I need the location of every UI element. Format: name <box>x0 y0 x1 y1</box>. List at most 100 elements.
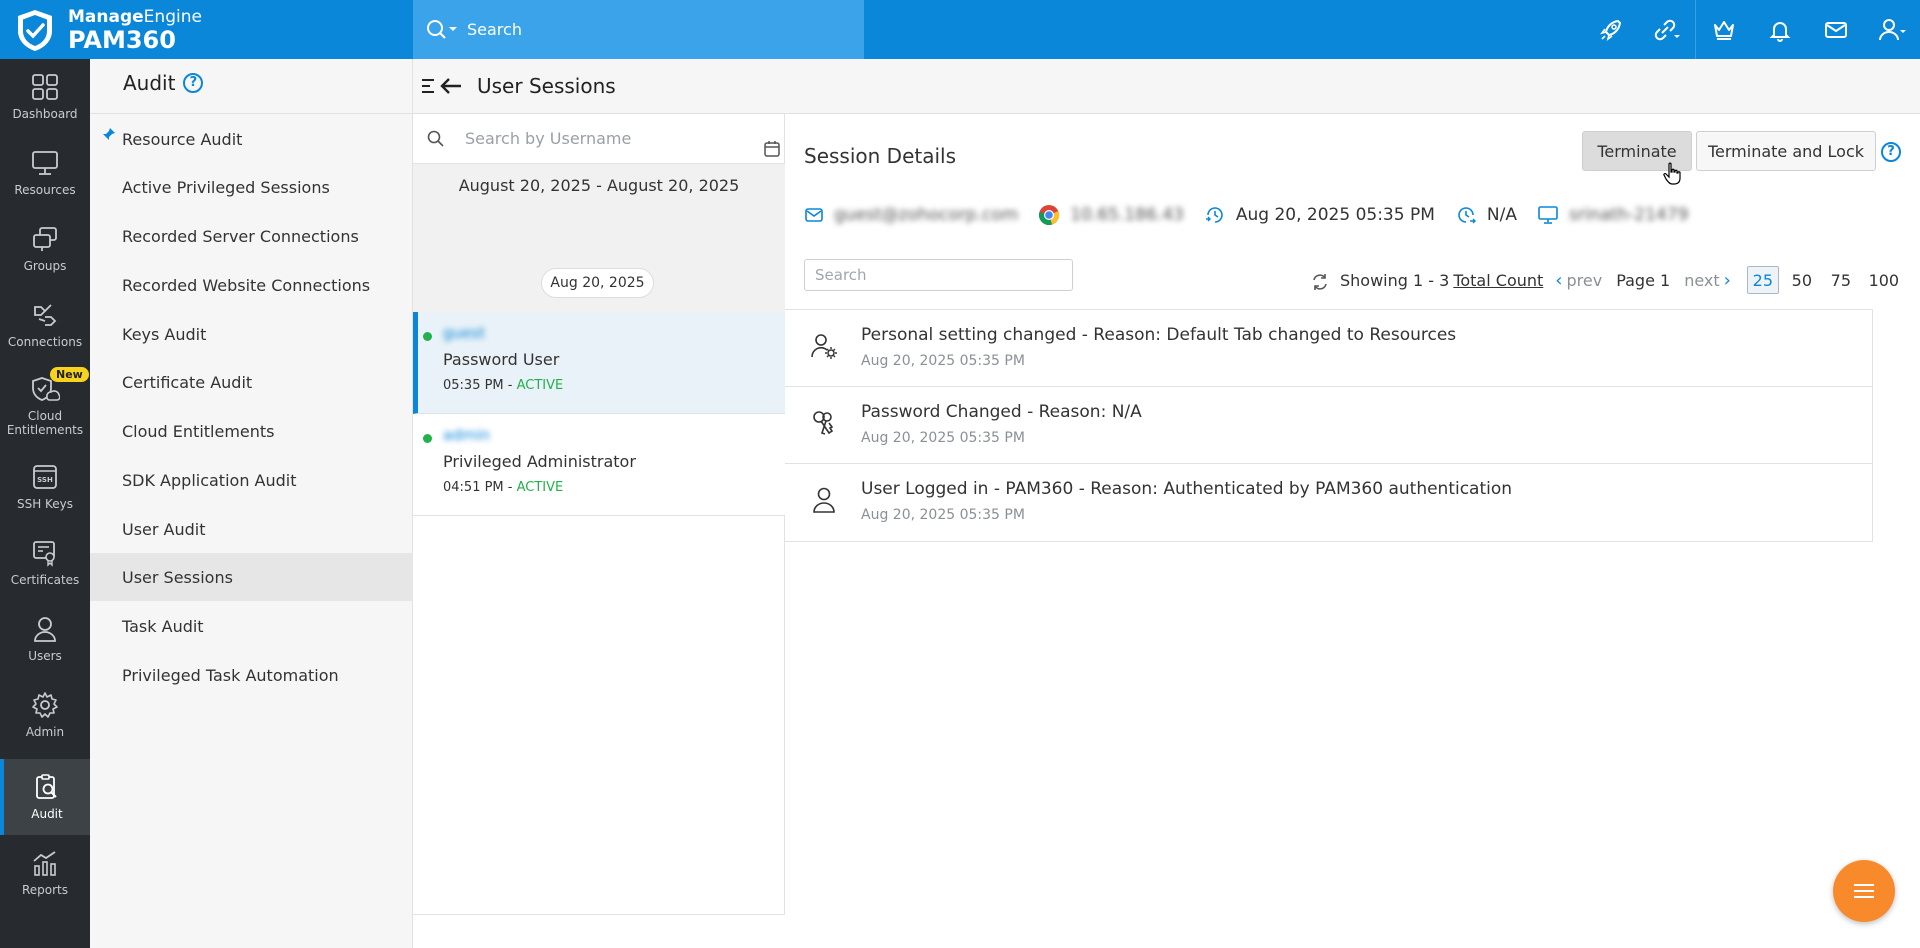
product-name: PAM360 <box>68 25 176 54</box>
nav-cloud-entitlements[interactable]: New Cloud Entitlements <box>0 363 90 449</box>
menu-sdk-application-audit[interactable]: SDK Application Audit <box>90 456 413 504</box>
pagination: Showing 1 - 3 Total Count ‹ prev Page 1 … <box>1310 264 1904 296</box>
session-item[interactable]: guest Password User 05:35 PM - ACTIVE <box>413 312 785 414</box>
event-title: Password Changed - Reason: N/A <box>861 402 1142 422</box>
connections-icon <box>34 304 57 326</box>
logout-time-info: N/A <box>1455 204 1517 226</box>
collapse-menu-icon[interactable] <box>421 77 437 95</box>
page-indicator: Page 1 <box>1616 270 1671 290</box>
nav-label: Connections <box>7 334 83 349</box>
login-time-info: Aug 20, 2025 05:35 PM <box>1204 204 1435 226</box>
mail-icon[interactable] <box>1808 0 1864 59</box>
nav-label: Certificates <box>10 572 80 587</box>
session-time: 05:35 PM - ACTIVE <box>443 378 564 393</box>
menu-label: Certificate Audit <box>122 372 253 392</box>
nav-groups[interactable]: Groups <box>0 211 90 287</box>
nav-label: SSH Keys <box>16 496 74 511</box>
prev-link[interactable]: prev <box>1566 271 1602 290</box>
menu-resource-audit[interactable]: Resource Audit <box>90 115 413 163</box>
next-link[interactable]: next <box>1684 271 1719 290</box>
divider <box>90 113 413 114</box>
global-search-input[interactable]: Search <box>467 20 522 39</box>
terminate-and-lock-button[interactable]: Terminate and Lock <box>1696 131 1876 171</box>
session-item[interactable]: admin Privileged Administrator 04:51 PM … <box>413 414 785 516</box>
user-icon[interactable] <box>1864 0 1920 59</box>
help-icon[interactable]: ? <box>1881 142 1901 162</box>
menu-user-sessions[interactable]: User Sessions <box>90 553 413 601</box>
page-size-25[interactable]: 25 <box>1746 266 1779 294</box>
back-arrow-icon[interactable] <box>439 76 463 96</box>
user-icon <box>813 487 835 513</box>
menu-recorded-server-connections[interactable]: Recorded Server Connections <box>90 212 413 260</box>
details-search-input[interactable]: Search <box>804 259 1073 291</box>
menu-label: Resource Audit <box>122 129 243 149</box>
session-role: Password User <box>443 350 560 369</box>
menu-active-privileged-sessions[interactable]: Active Privileged Sessions <box>90 163 413 211</box>
total-count-link[interactable]: Total Count <box>1453 271 1543 290</box>
global-search[interactable]: Search <box>413 0 864 59</box>
menu-task-audit[interactable]: Task Audit <box>90 602 413 650</box>
event-title: Personal setting changed - Reason: Defau… <box>861 325 1457 345</box>
rocket-icon[interactable] <box>1583 0 1639 59</box>
session-details-panel: Session Details Terminate Terminate and … <box>785 114 1920 948</box>
menu-recorded-website-connections[interactable]: Recorded Website Connections <box>90 261 413 309</box>
event-item[interactable]: User Logged in - PAM360 - Reason: Authen… <box>785 464 1872 541</box>
menu-user-audit[interactable]: User Audit <box>90 505 413 553</box>
link-icon[interactable] <box>1639 0 1695 59</box>
session-host: srinath-21479 <box>1568 205 1689 225</box>
nav-admin[interactable]: Admin <box>0 677 90 753</box>
next-chevron-icon[interactable]: › <box>1724 270 1731 291</box>
monitor-icon <box>1538 206 1558 224</box>
username-search-input[interactable]: Search by Username <box>465 129 631 148</box>
nav-reports[interactable]: Reports <box>0 835 90 911</box>
nav-audit[interactable]: Audit <box>0 759 90 835</box>
active-status-dot <box>423 332 432 341</box>
page-size-100[interactable]: 100 <box>1864 266 1904 294</box>
nav-label: Audit <box>31 806 63 821</box>
logout-time-icon <box>1458 207 1476 224</box>
menu-certificate-audit[interactable]: Certificate Audit <box>90 358 413 406</box>
prev-chevron-icon[interactable]: ‹ <box>1555 270 1562 291</box>
pin-icon[interactable] <box>102 127 116 141</box>
nav-connections[interactable]: Connections <box>0 287 90 363</box>
session-time: 04:51 PM - ACTIVE <box>443 480 564 495</box>
quick-menu-button[interactable] <box>1833 860 1895 922</box>
nav-dashboard[interactable]: Dashboard <box>0 59 90 135</box>
main-nav-rail: Dashboard Resources Groups Connections N… <box>0 59 90 948</box>
mail-icon <box>805 208 823 222</box>
new-badge: New <box>50 367 89 383</box>
dashboard-icon <box>32 73 58 100</box>
crown-icon[interactable] <box>1696 0 1752 59</box>
search-icon[interactable] <box>425 18 459 42</box>
page-size-50[interactable]: 50 <box>1786 266 1818 294</box>
nav-ssh-keys[interactable]: SSH SSH Keys <box>0 449 90 525</box>
nav-label: Reports <box>21 882 69 897</box>
audit-menu: Audit ? Resource Audit Active Privileged… <box>90 59 413 948</box>
login-time-icon <box>1205 207 1223 223</box>
nav-users[interactable]: Users <box>0 601 90 677</box>
brand-logo[interactable]: ManageEngine PAM360 <box>12 5 392 55</box>
chrome-browser-icon <box>1039 205 1060 225</box>
menu-keys-audit[interactable]: Keys Audit <box>90 310 413 358</box>
refresh-icon[interactable] <box>1310 272 1330 292</box>
nav-certificates[interactable]: Certificates <box>0 525 90 601</box>
ip-info: 10.65.186.43 <box>1038 204 1184 226</box>
nav-label: Dashboard <box>12 106 78 121</box>
bell-icon[interactable] <box>1752 0 1808 59</box>
help-icon[interactable]: ? <box>183 73 204 93</box>
page-size-75[interactable]: 75 <box>1825 266 1857 294</box>
calendar-icon[interactable] <box>763 140 781 158</box>
session-logout-time: N/A <box>1486 205 1517 225</box>
date-range[interactable]: August 20, 2025 - August 20, 2025 <box>413 164 785 206</box>
menu-cloud-entitlements[interactable]: Cloud Entitlements <box>90 407 413 455</box>
event-item[interactable]: Password Changed - Reason: N/A Aug 20, 2… <box>785 387 1872 464</box>
event-time: Aug 20, 2025 05:35 PM <box>861 353 1025 369</box>
certificate-icon <box>33 540 55 567</box>
nav-resources[interactable]: Resources <box>0 135 90 211</box>
event-time: Aug 20, 2025 05:35 PM <box>861 507 1025 523</box>
ssh-icon: SSH <box>33 464 57 489</box>
page-title: User Sessions <box>477 74 616 98</box>
username-search[interactable]: Search by Username <box>413 114 785 164</box>
menu-privileged-task-automation[interactable]: Privileged Task Automation <box>90 651 413 699</box>
event-item[interactable]: Personal setting changed - Reason: Defau… <box>785 310 1872 387</box>
